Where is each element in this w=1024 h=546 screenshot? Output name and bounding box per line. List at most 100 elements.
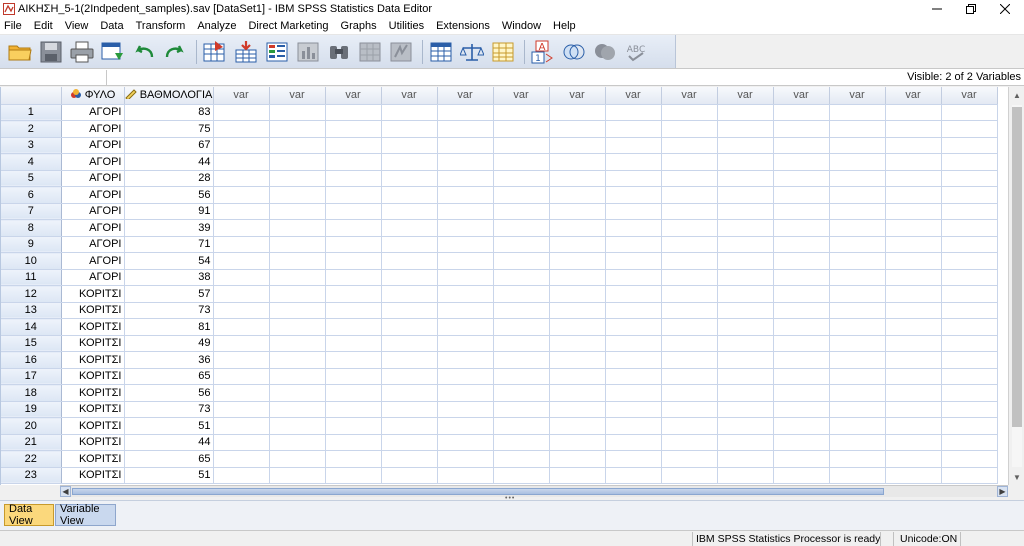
insert-cases-button[interactable] [356,38,384,66]
empty-cell[interactable] [213,285,270,303]
empty-cell[interactable] [661,153,718,171]
empty-cell[interactable] [325,120,382,138]
empty-cell[interactable] [325,236,382,253]
empty-cell[interactable] [493,434,550,451]
empty-cell[interactable] [213,434,270,451]
row-number[interactable]: 18 [1,384,62,402]
empty-cell[interactable] [885,186,942,204]
empty-cell[interactable] [661,384,718,402]
empty-cell[interactable] [661,269,718,286]
empty-cell[interactable] [773,219,830,237]
cell-fylo[interactable]: ΚΟΡΙΤΣΙ [61,450,125,468]
row-number[interactable]: 10 [1,252,62,270]
empty-cell[interactable] [381,417,438,435]
empty-cell[interactable] [829,170,886,187]
empty-cell[interactable] [885,318,942,336]
empty-cell[interactable] [549,252,606,270]
empty-cell[interactable] [325,450,382,468]
empty-cell[interactable] [941,153,998,171]
empty-cell[interactable] [829,252,886,270]
empty-cell[interactable] [885,153,942,171]
scroll-right-arrow-icon[interactable]: ▶ [997,486,1008,497]
empty-cell[interactable] [325,417,382,435]
row-number[interactable]: 9 [1,236,62,253]
empty-cell[interactable] [773,417,830,435]
empty-cell[interactable] [381,120,438,138]
empty-cell[interactable] [661,219,718,237]
empty-cell[interactable] [549,120,606,138]
empty-cell[interactable] [773,368,830,385]
empty-cell[interactable] [605,252,662,270]
empty-cell[interactable] [829,236,886,253]
empty-cell[interactable] [269,236,326,253]
empty-cell[interactable] [437,252,494,270]
empty-cell[interactable] [269,219,326,237]
empty-cell[interactable] [661,203,718,220]
empty-cell[interactable] [829,467,886,484]
empty-cell[interactable] [493,401,550,418]
cell-vathmologia[interactable]: 56 [124,384,214,402]
column-header-var[interactable]: var [661,87,718,105]
empty-cell[interactable] [381,450,438,468]
empty-cell[interactable] [773,285,830,303]
empty-cell[interactable] [829,351,886,369]
row-number[interactable]: 13 [1,302,62,319]
empty-cell[interactable] [549,219,606,237]
column-header-var[interactable]: var [549,87,606,105]
empty-cell[interactable] [549,318,606,336]
empty-cell[interactable] [381,467,438,484]
empty-cell[interactable] [773,236,830,253]
empty-cell[interactable] [381,401,438,418]
empty-cell[interactable] [549,351,606,369]
column-header-var[interactable]: var [381,87,438,105]
weight-cases-button[interactable] [458,38,486,66]
empty-cell[interactable] [717,351,774,369]
empty-cell[interactable] [941,137,998,154]
cell-value-box[interactable] [108,70,918,85]
empty-cell[interactable] [941,368,998,385]
empty-cell[interactable] [493,302,550,319]
empty-cell[interactable] [661,467,718,484]
cell-vathmologia[interactable]: 49 [124,335,214,352]
cell-fylo[interactable]: ΑΓΟΡΙ [61,120,125,138]
empty-cell[interactable] [605,434,662,451]
cell-fylo[interactable]: ΚΟΡΙΤΣΙ [61,401,125,418]
empty-cell[interactable] [549,170,606,187]
empty-cell[interactable] [493,384,550,402]
cell-vathmologia[interactable]: 36 [124,351,214,369]
empty-cell[interactable] [717,252,774,270]
empty-cell[interactable] [717,302,774,319]
empty-cell[interactable] [325,368,382,385]
empty-cell[interactable] [717,203,774,220]
empty-cell[interactable] [549,153,606,171]
empty-cell[interactable] [605,203,662,220]
empty-cell[interactable] [773,153,830,171]
empty-cell[interactable] [437,417,494,435]
empty-cell[interactable] [717,137,774,154]
empty-cell[interactable] [941,318,998,336]
empty-cell[interactable] [325,335,382,352]
empty-cell[interactable] [493,318,550,336]
empty-cell[interactable] [437,104,494,121]
empty-cell[interactable] [829,368,886,385]
empty-cell[interactable] [717,269,774,286]
cell-vathmologia[interactable]: 65 [124,450,214,468]
empty-cell[interactable] [325,318,382,336]
empty-cell[interactable] [717,384,774,402]
empty-cell[interactable] [437,318,494,336]
vertical-scroll-thumb[interactable] [1012,107,1022,427]
empty-cell[interactable] [269,467,326,484]
cell-fylo[interactable]: ΚΟΡΙΤΣΙ [61,318,125,336]
empty-cell[interactable] [493,285,550,303]
empty-cell[interactable] [493,236,550,253]
tab-data-view[interactable]: Data View [4,503,54,527]
save-button[interactable] [37,38,65,66]
empty-cell[interactable] [493,417,550,435]
empty-cell[interactable] [773,269,830,286]
cell-vathmologia[interactable]: 51 [124,467,214,484]
empty-cell[interactable] [773,137,830,154]
row-number[interactable]: 1 [1,104,62,121]
row-number[interactable]: 3 [1,137,62,154]
empty-cell[interactable] [717,450,774,468]
empty-cell[interactable] [325,186,382,204]
